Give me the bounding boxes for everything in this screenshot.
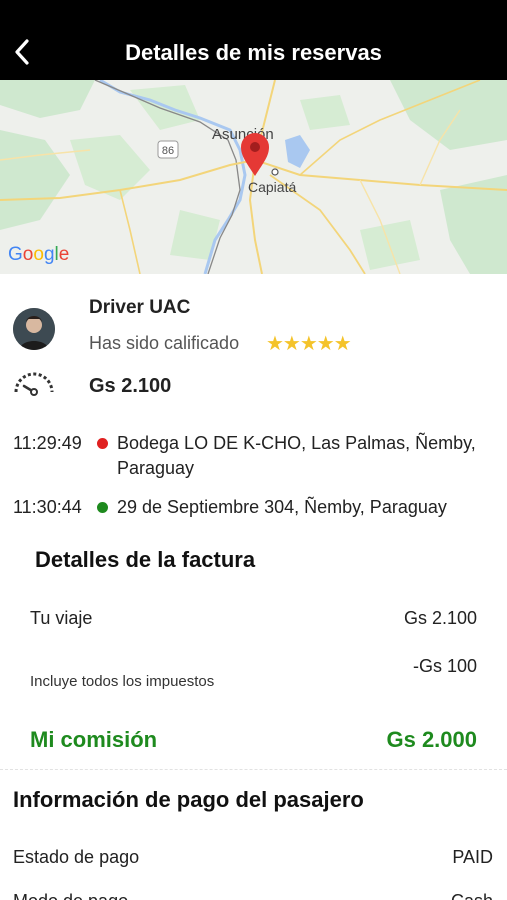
dropoff-time: 11:30:44: [13, 497, 82, 517]
taxes-note: Incluye todos los impuestos: [30, 673, 215, 690]
avatar: [13, 308, 55, 350]
payment-section-title: Información de pago del pasajero: [13, 787, 364, 812]
payment-method-label: Modo de pago: [13, 891, 128, 900]
person-icon: [13, 308, 55, 350]
payment-method-value: Cash: [451, 891, 493, 900]
rating-stars: ★★★★★: [266, 333, 352, 355]
page-title: Detalles de mis reservas: [125, 40, 382, 65]
trip-fare: Gs 2.100: [89, 375, 172, 397]
commission-label: Mi comisión: [30, 727, 158, 752]
dropoff-dot-icon: [97, 502, 108, 513]
app-header: Detalles de mis reservas: [0, 0, 507, 80]
driver-name: Driver UAC: [89, 297, 191, 318]
google-attribution: Google: [8, 244, 69, 265]
payment-status-label: Estado de pago: [13, 847, 140, 867]
trip-label: Tu viaje: [30, 608, 93, 628]
section-divider: [0, 769, 507, 770]
pickup-address: Bodega LO DE K-CHO, Las Palmas, Ñemby, P…: [117, 433, 476, 478]
rating-label: Has sido calificado: [89, 333, 240, 353]
invoice-section-title: Detalles de la factura: [35, 547, 256, 572]
route-shield-label: 86: [162, 145, 174, 157]
payment-status-badge: PAID: [452, 847, 493, 867]
trip-value: Gs 2.100: [403, 608, 477, 628]
commission-value: Gs 2.000: [386, 727, 477, 752]
dropoff-address: 29 de Septiembre 304, Ñemby, Paraguay: [117, 497, 447, 517]
route-map[interactable]: 86 Asunción Capiatá Google: [0, 80, 507, 274]
pickup-time: 11:29:49: [13, 433, 82, 453]
speedometer-icon: [14, 372, 54, 396]
discount-value: -Gs 100: [412, 656, 477, 676]
pickup-dot-icon: [97, 438, 108, 449]
map-city-label: Capiatá: [248, 179, 296, 195]
